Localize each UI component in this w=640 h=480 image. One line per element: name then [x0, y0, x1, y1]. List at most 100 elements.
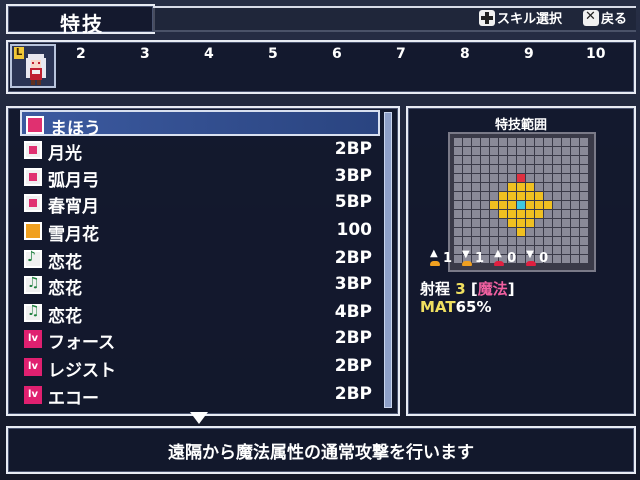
range-cell — [580, 255, 588, 263]
range-cell — [580, 237, 588, 245]
skill-row[interactable]: 月光 2BP — [20, 137, 380, 164]
range-cell — [490, 183, 498, 191]
range-cell — [490, 237, 498, 245]
skill-row[interactable]: 雪月花 100 — [20, 218, 380, 245]
range-cell — [454, 147, 462, 155]
skill-row[interactable]: lv フォース 2BP — [20, 326, 380, 353]
range-cell — [463, 201, 471, 209]
range-cell — [454, 210, 462, 218]
range-cell — [544, 201, 552, 209]
skill-name: レジスト — [48, 361, 116, 381]
range-cell — [571, 237, 579, 245]
modifier-value: 1 — [475, 250, 485, 266]
range-type-bracket-close: ] — [507, 280, 515, 298]
range-cell — [463, 183, 471, 191]
mat-value: 65% — [455, 298, 492, 316]
party-slot-4[interactable]: 4 — [204, 46, 214, 62]
range-cell — [571, 147, 579, 155]
skill-row[interactable]: 弧月弓 3BP — [20, 164, 380, 191]
range-cell — [499, 228, 507, 236]
skill-row[interactable]: 恋花 4BP — [20, 300, 380, 327]
range-cell — [544, 219, 552, 227]
party-slot-3[interactable]: 3 — [140, 46, 150, 62]
skill-name: 恋花 — [48, 253, 82, 273]
skill-cost: 3BP — [334, 166, 372, 186]
range-cell — [472, 183, 480, 191]
range-cell — [553, 219, 561, 227]
party-slot-8[interactable]: 8 — [460, 46, 470, 62]
party-slot-5[interactable]: 5 — [268, 46, 278, 62]
range-cell — [544, 237, 552, 245]
range-cell — [490, 156, 498, 164]
range-cell — [535, 165, 543, 173]
range-cell — [535, 228, 543, 236]
range-cell — [571, 138, 579, 146]
range-cell — [553, 138, 561, 146]
skill-row[interactable]: 春宵月 5BP — [20, 190, 380, 217]
mat-label: MAT — [420, 298, 456, 316]
range-cell — [472, 138, 480, 146]
range-cell — [571, 201, 579, 209]
range-cell — [454, 192, 462, 200]
skill-row[interactable]: 恋花 3BP — [20, 272, 380, 299]
range-cell — [499, 183, 507, 191]
range-label: 射程 — [420, 280, 451, 298]
party-slot-6[interactable]: 6 — [332, 46, 342, 62]
range-cell — [553, 183, 561, 191]
list-scrollbar[interactable] — [384, 112, 392, 408]
range-cell — [526, 192, 534, 200]
range-cell — [544, 174, 552, 182]
range-cell — [490, 219, 498, 227]
range-cell — [481, 183, 489, 191]
range-cell — [526, 237, 534, 245]
party-slot-1[interactable]: L — [10, 44, 56, 88]
skill-row[interactable]: lv エコー 2BP — [20, 382, 380, 409]
range-cell — [508, 156, 516, 164]
range-cell — [535, 174, 543, 182]
range-cell — [472, 192, 480, 200]
range-cell — [562, 219, 570, 227]
pink-gem-icon — [24, 194, 42, 212]
range-cell — [553, 147, 561, 155]
range-cell — [580, 210, 588, 218]
range-cell — [544, 165, 552, 173]
skill-row[interactable]: 恋花 2BP — [20, 246, 380, 273]
range-cell — [544, 156, 552, 164]
hint-skill-select: スキル選択 — [479, 8, 562, 27]
skill-list: まほう 月光 2BP 弧月弓 3BP 春宵月 5BP 雪月花 100 恋花 2B… — [6, 106, 400, 416]
stat-modifiers: 1 1 0 0 — [428, 248, 578, 268]
modifier-item: 0 — [492, 248, 516, 268]
range-cell — [544, 192, 552, 200]
range-cell — [544, 183, 552, 191]
party-slot-10[interactable]: 10 — [586, 46, 605, 62]
skill-row[interactable]: まほう — [20, 110, 380, 139]
range-cell — [580, 228, 588, 236]
range-cell — [499, 174, 507, 182]
range-cell — [508, 210, 516, 218]
range-cell — [481, 192, 489, 200]
range-cell — [562, 156, 570, 164]
range-cell — [580, 246, 588, 254]
skill-row[interactable]: lv レジスト 2BP — [20, 354, 380, 381]
range-cell — [535, 192, 543, 200]
party-slot-7[interactable]: 7 — [396, 46, 406, 62]
range-cell — [499, 192, 507, 200]
range-stat: 射程 3 [魔法] — [420, 278, 515, 299]
skill-name: エコー — [48, 389, 99, 409]
range-cell — [535, 219, 543, 227]
skill-name: 雪月花 — [48, 225, 99, 245]
party-slot-9[interactable]: 9 — [524, 46, 534, 62]
range-cell — [463, 192, 471, 200]
range-cell — [481, 219, 489, 227]
character-avatar-icon — [26, 54, 46, 85]
range-cell — [481, 210, 489, 218]
range-cell — [517, 174, 525, 182]
range-cell — [508, 219, 516, 227]
range-cell — [499, 237, 507, 245]
range-cell — [535, 183, 543, 191]
modifier-value: 0 — [507, 250, 517, 266]
range-cell — [472, 219, 480, 227]
range-cell — [481, 174, 489, 182]
range-cell — [499, 138, 507, 146]
party-slot-2[interactable]: 2 — [76, 46, 86, 62]
